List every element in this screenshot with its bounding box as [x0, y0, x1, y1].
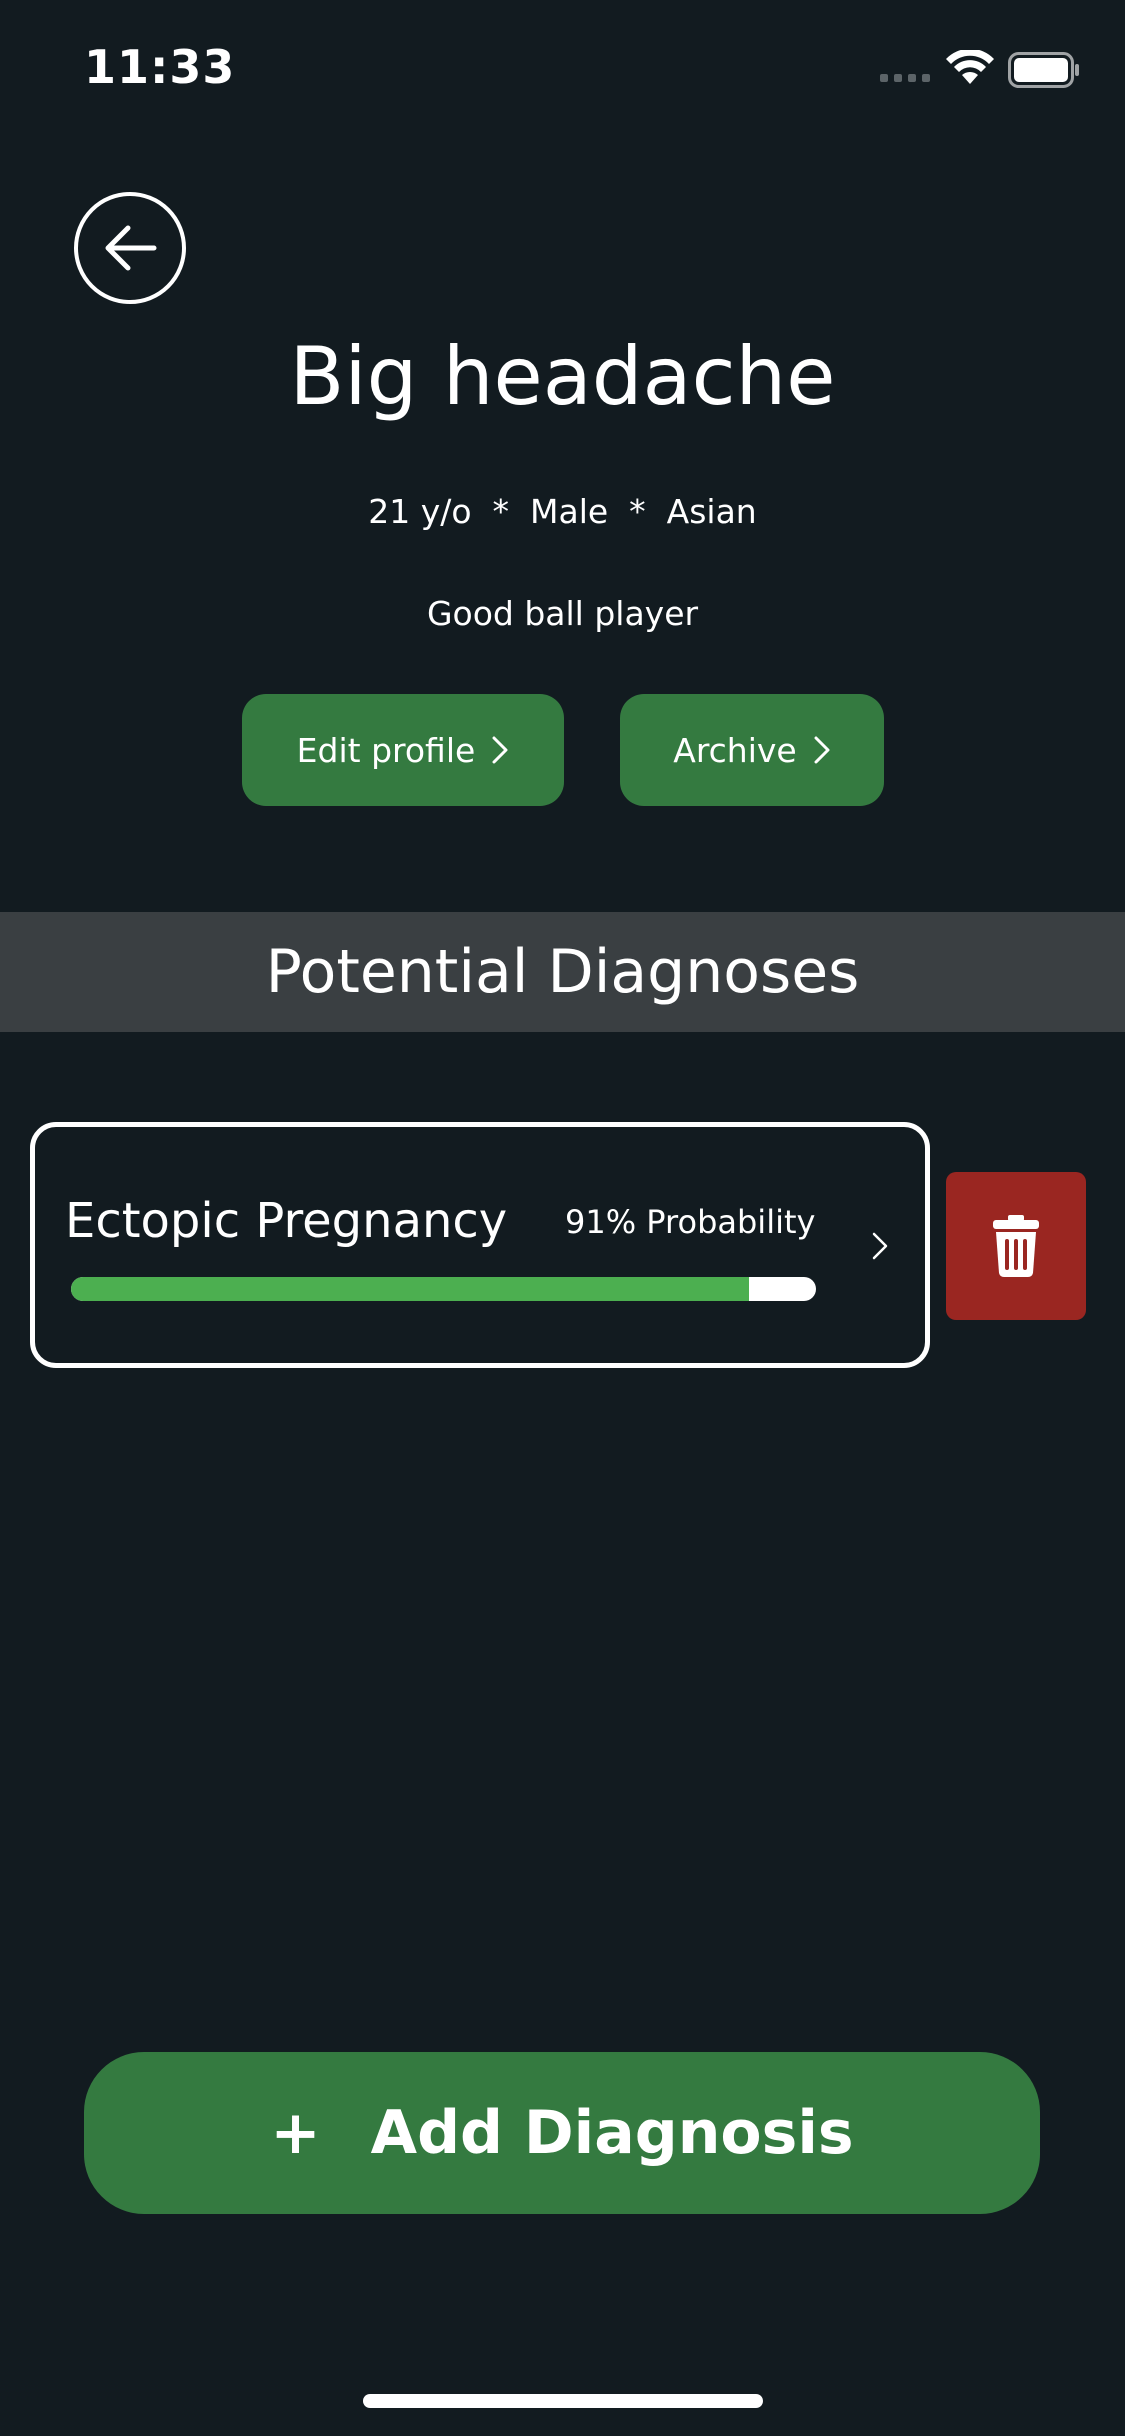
diagnosis-card[interactable]: Ectopic Pregnancy 91% Probability [30, 1122, 930, 1368]
back-button[interactable] [74, 192, 186, 304]
patient-meta: 21 y/o * Male * Asian [368, 492, 757, 531]
cellular-signal-icon [880, 74, 930, 82]
trash-icon [993, 1215, 1039, 1277]
add-diagnosis-button[interactable]: + Add Diagnosis [84, 2052, 1040, 2214]
edit-profile-button[interactable]: Edit profile [242, 694, 564, 806]
archive-label: Archive [673, 730, 797, 770]
add-diagnosis-label: Add Diagnosis [370, 2098, 854, 2168]
status-time: 11:33 [84, 40, 236, 94]
diagnosis-name: Ectopic Pregnancy [65, 1193, 508, 1249]
wifi-icon [946, 48, 994, 90]
page-title: Big headache [289, 330, 836, 423]
chevron-right-icon [814, 736, 830, 764]
arrow-left-icon [105, 225, 157, 271]
diagnosis-probability: 91% Probability [565, 1203, 816, 1241]
probability-bar [71, 1277, 816, 1301]
chevron-right-icon [492, 736, 508, 764]
edit-profile-label: Edit profile [296, 730, 476, 770]
section-title: Potential Diagnoses [265, 937, 860, 1007]
section-header: Potential Diagnoses [0, 912, 1125, 1032]
battery-icon [1008, 52, 1080, 92]
delete-diagnosis-button[interactable] [946, 1172, 1086, 1320]
archive-button[interactable]: Archive [620, 694, 884, 806]
plus-icon: + [270, 2098, 321, 2168]
patient-bio: Good ball player [426, 594, 699, 633]
probability-bar-fill [71, 1277, 749, 1301]
home-indicator[interactable] [363, 2394, 763, 2408]
chevron-right-icon [871, 1231, 889, 1265]
